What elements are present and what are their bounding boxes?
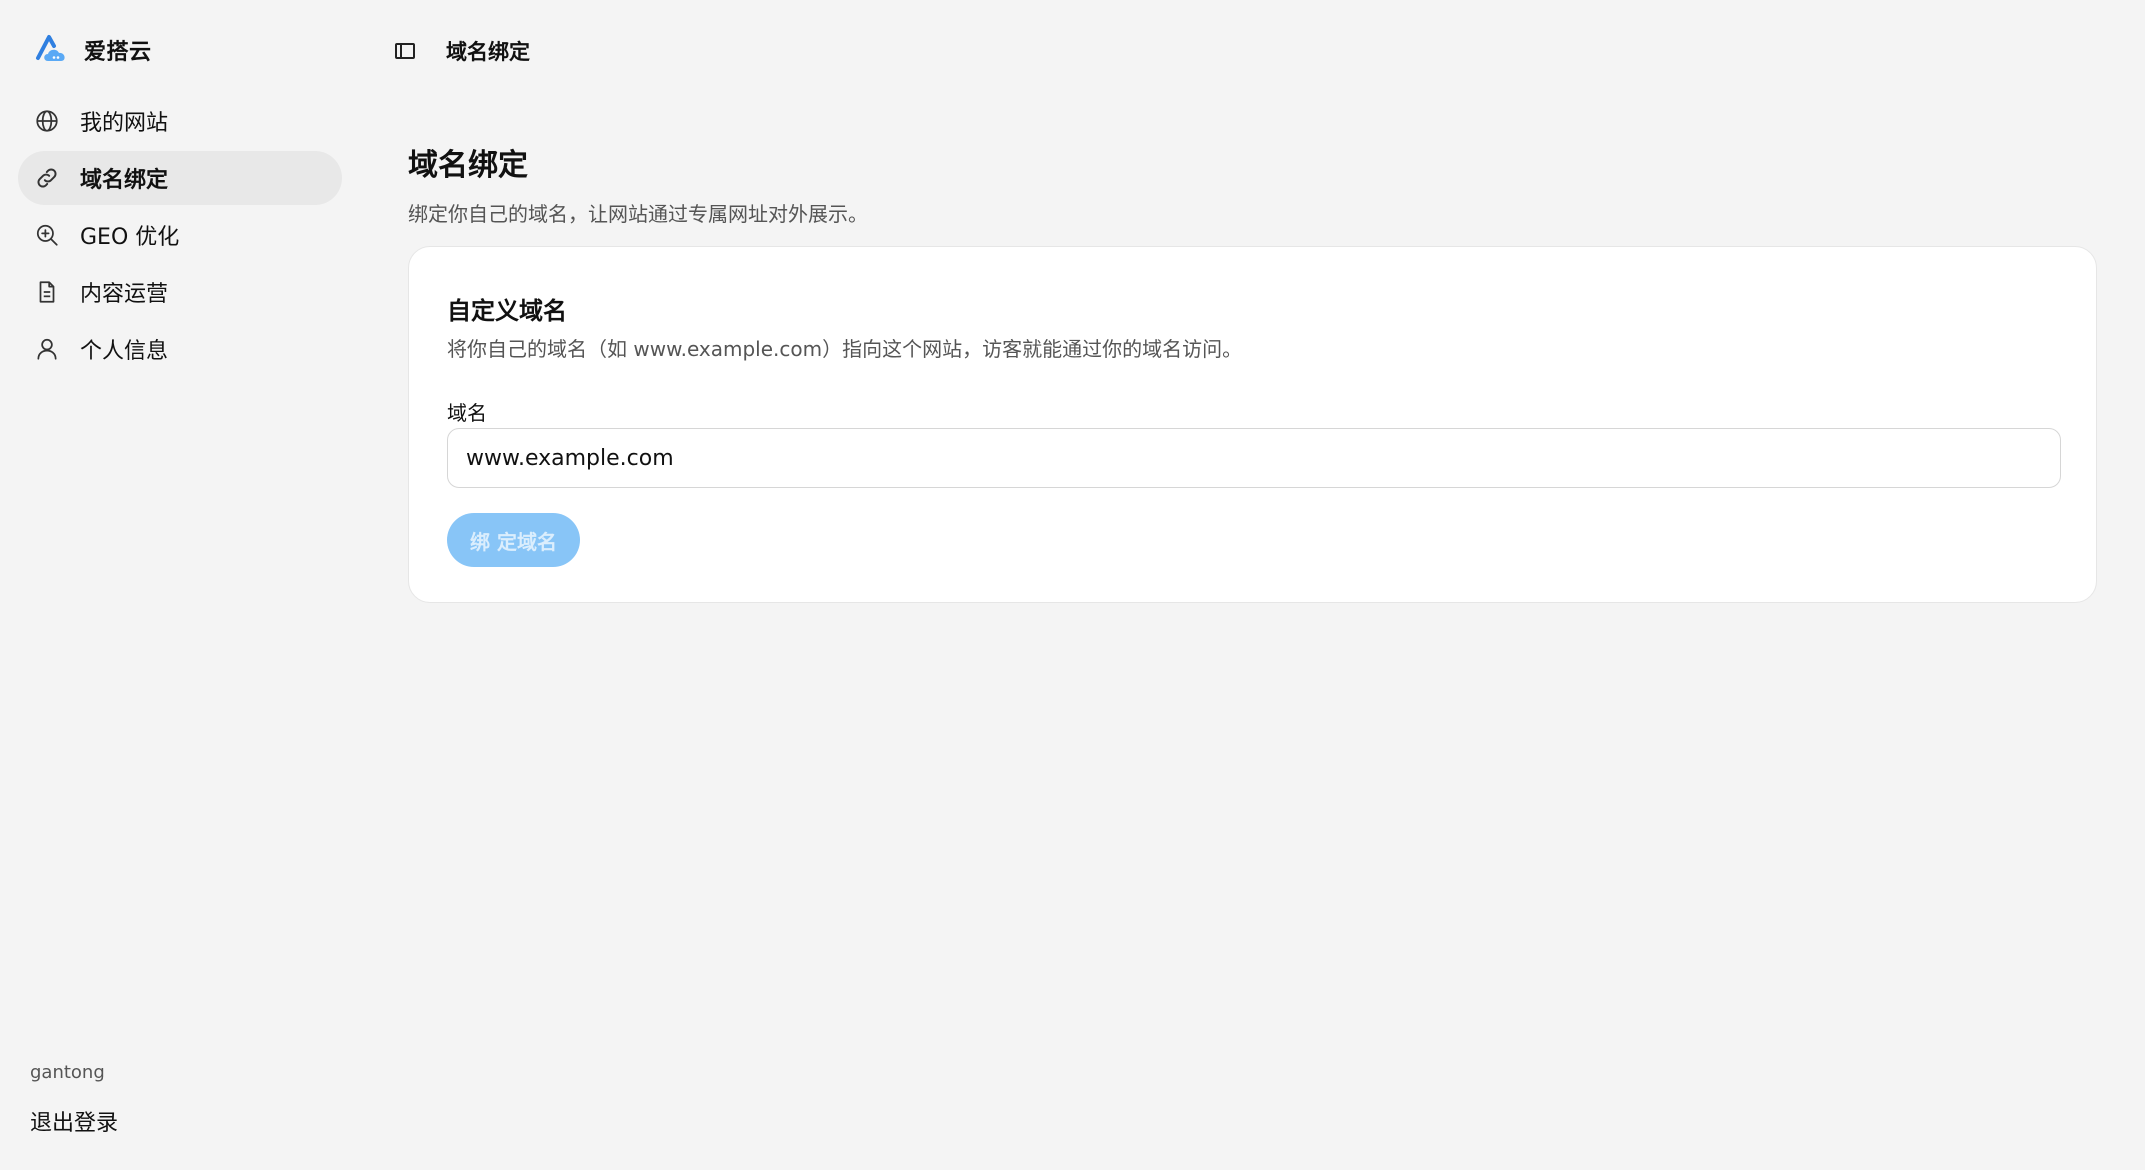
- globe-icon: [34, 108, 60, 134]
- sidebar-item-label: 我的网站: [80, 111, 169, 136]
- sidebar-item-my-sites[interactable]: 我的网站: [18, 94, 342, 148]
- sidebar-nav: 我的网站 域名绑定 GEO 优化 内容运营 个人信息: [18, 94, 342, 379]
- username: gantong: [30, 1062, 105, 1083]
- brand-name: 爱搭云: [84, 40, 152, 65]
- link-icon: [34, 165, 60, 191]
- sidebar-item-label: 内容运营: [80, 282, 169, 307]
- sidebar-item-domain-binding[interactable]: 域名绑定: [18, 151, 342, 205]
- sidebar-item-label: GEO 优化: [80, 225, 180, 250]
- sidebar-item-geo[interactable]: GEO 优化: [18, 208, 342, 262]
- page-subtitle: 绑定你自己的域名，让网站通过专属网址对外展示。: [408, 202, 868, 226]
- brand[interactable]: 爱搭云: [34, 34, 152, 66]
- domain-field-label: 域名: [447, 401, 487, 425]
- sidebar-item-profile[interactable]: 个人信息: [18, 322, 342, 376]
- logout-link[interactable]: 退出登录: [30, 1105, 118, 1137]
- search-plus-icon: [34, 222, 60, 248]
- breadcrumb: 域名绑定: [446, 40, 530, 64]
- sidebar-item-label: 个人信息: [80, 339, 169, 364]
- bind-domain-button[interactable]: 绑 定域名: [447, 513, 580, 567]
- card-description: 将你自己的域名（如 www.example.com）指向这个网站，访客就能通过你…: [447, 337, 1243, 361]
- topbar: 域名绑定: [390, 36, 530, 66]
- sidebar-item-label: 域名绑定: [80, 168, 169, 193]
- user-icon: [34, 336, 60, 362]
- custom-domain-card: 自定义域名 将你自己的域名（如 www.example.com）指向这个网站，访…: [408, 246, 2097, 603]
- sidebar-item-content[interactable]: 内容运营: [18, 265, 342, 319]
- domain-input[interactable]: [447, 428, 2061, 488]
- card-title: 自定义域名: [447, 297, 567, 325]
- page-header: 域名绑定 绑定你自己的域名，让网站通过专属网址对外展示。: [408, 140, 868, 227]
- document-icon: [34, 279, 60, 305]
- sidebar-toggle-icon[interactable]: [390, 36, 420, 66]
- cloud-logo-icon: [36, 35, 65, 61]
- page-title: 域名绑定: [408, 148, 528, 183]
- sidebar: 爱搭云 我的网站 域名绑定 GEO 优化 内容运营 个人信息 gantong 退…: [0, 0, 360, 1170]
- user-block: gantong 退出登录: [30, 1062, 118, 1137]
